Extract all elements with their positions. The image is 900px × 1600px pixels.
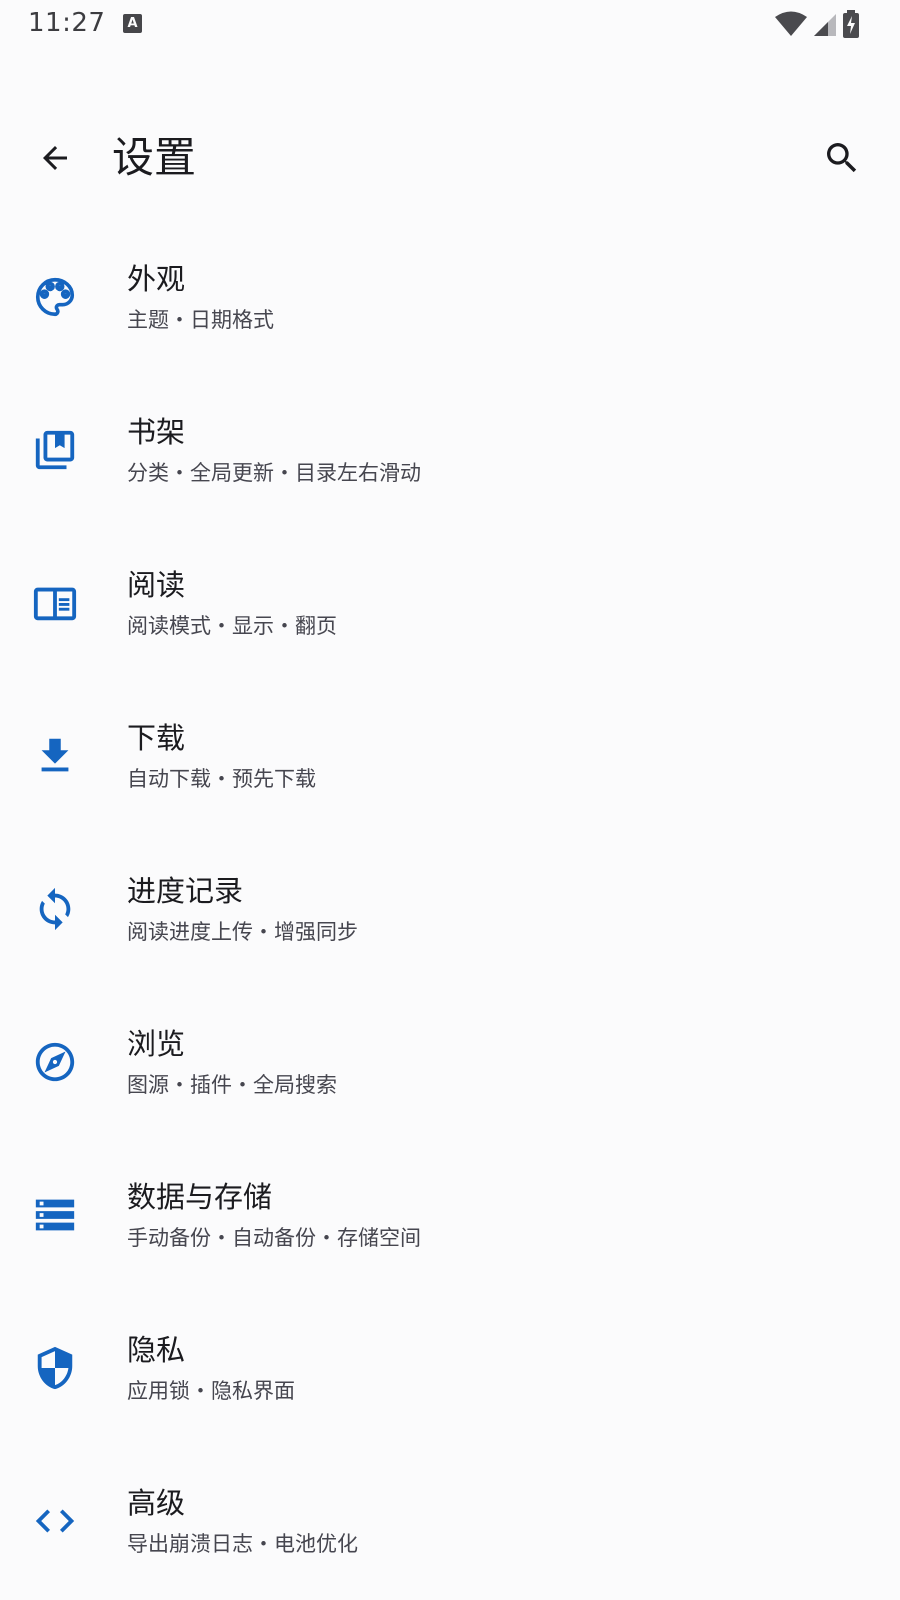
- settings-item-title: 下载: [127, 721, 186, 755]
- settings-list: 外观 主题・日期格式 书架 分类・全局更新・目录左右滑动 阅读 阅读模式・显示・…: [0, 220, 900, 1597]
- settings-item-title: 进度记录: [127, 874, 244, 908]
- settings-item-reader[interactable]: 阅读 阅读模式・显示・翻页: [0, 526, 900, 679]
- download-icon: [41, 738, 69, 771]
- status-icons: [774, 10, 860, 38]
- settings-item-subtitle: 阅读进度上传・增强同步: [127, 920, 358, 944]
- settings-item-browse[interactable]: 浏览 图源・插件・全局搜索: [0, 985, 900, 1138]
- settings-item-advanced[interactable]: 高级 导出崩溃日志・电池优化: [0, 1444, 900, 1597]
- settings-item-privacy[interactable]: 隐私 应用锁・隐私界面: [0, 1291, 900, 1444]
- settings-item-subtitle: 图源・插件・全局搜索: [127, 1073, 337, 1097]
- settings-item-download[interactable]: 下载 自动下载・预先下载: [0, 679, 900, 832]
- code-icon: [35, 1509, 75, 1532]
- settings-item-appearance[interactable]: 外观 主题・日期格式: [0, 220, 900, 373]
- settings-item-subtitle: 手动备份・自动备份・存储空间: [127, 1226, 421, 1250]
- notification-a-icon: A: [123, 14, 142, 33]
- settings-item-subtitle: 主题・日期格式: [127, 308, 274, 332]
- compass-icon: [35, 1042, 75, 1081]
- status-bar: 11:27 A: [0, 0, 900, 50]
- settings-item-subtitle: 应用锁・隐私界面: [127, 1379, 295, 1403]
- top-app-bar: 设置: [0, 110, 900, 206]
- settings-item-title: 外观: [127, 262, 186, 296]
- settings-item-title: 阅读: [127, 568, 186, 602]
- search-icon: [827, 143, 857, 173]
- settings-item-library[interactable]: 书架 分类・全局更新・目录左右滑动: [0, 373, 900, 526]
- settings-item-data-storage[interactable]: 数据与存储 手动备份・自动备份・存储空间: [0, 1138, 900, 1291]
- shield-icon: [37, 1346, 73, 1389]
- storage-icon: [35, 1199, 75, 1230]
- settings-item-subtitle: 分类・全局更新・目录左右滑动: [127, 461, 421, 485]
- reader-icon: [33, 587, 77, 620]
- settings-item-subtitle: 导出崩溃日志・电池优化: [127, 1532, 358, 1556]
- battery-icon: [843, 10, 859, 38]
- back-button[interactable]: [25, 128, 85, 188]
- sync-icon: [39, 887, 71, 930]
- settings-item-title: 隐私: [127, 1333, 186, 1367]
- settings-item-title: 浏览: [127, 1027, 186, 1061]
- settings-item-title: 书架: [127, 415, 186, 449]
- status-time: 11:27: [28, 8, 106, 38]
- wifi-icon: [775, 11, 807, 36]
- arrow-back-icon: [43, 146, 67, 170]
- page-title: 设置: [112, 133, 197, 182]
- search-button[interactable]: [812, 128, 872, 188]
- settings-item-subtitle: 阅读模式・显示・翻页: [127, 614, 337, 638]
- settings-item-title: 数据与存储: [127, 1180, 273, 1214]
- settings-item-tracking[interactable]: 进度记录 阅读进度上传・增强同步: [0, 832, 900, 985]
- settings-item-title: 高级: [127, 1486, 186, 1520]
- bookshelf-icon: [35, 430, 75, 469]
- cell-signal-icon: [814, 14, 836, 36]
- settings-item-subtitle: 自动下载・预先下载: [127, 767, 316, 791]
- palette-icon: [35, 277, 75, 316]
